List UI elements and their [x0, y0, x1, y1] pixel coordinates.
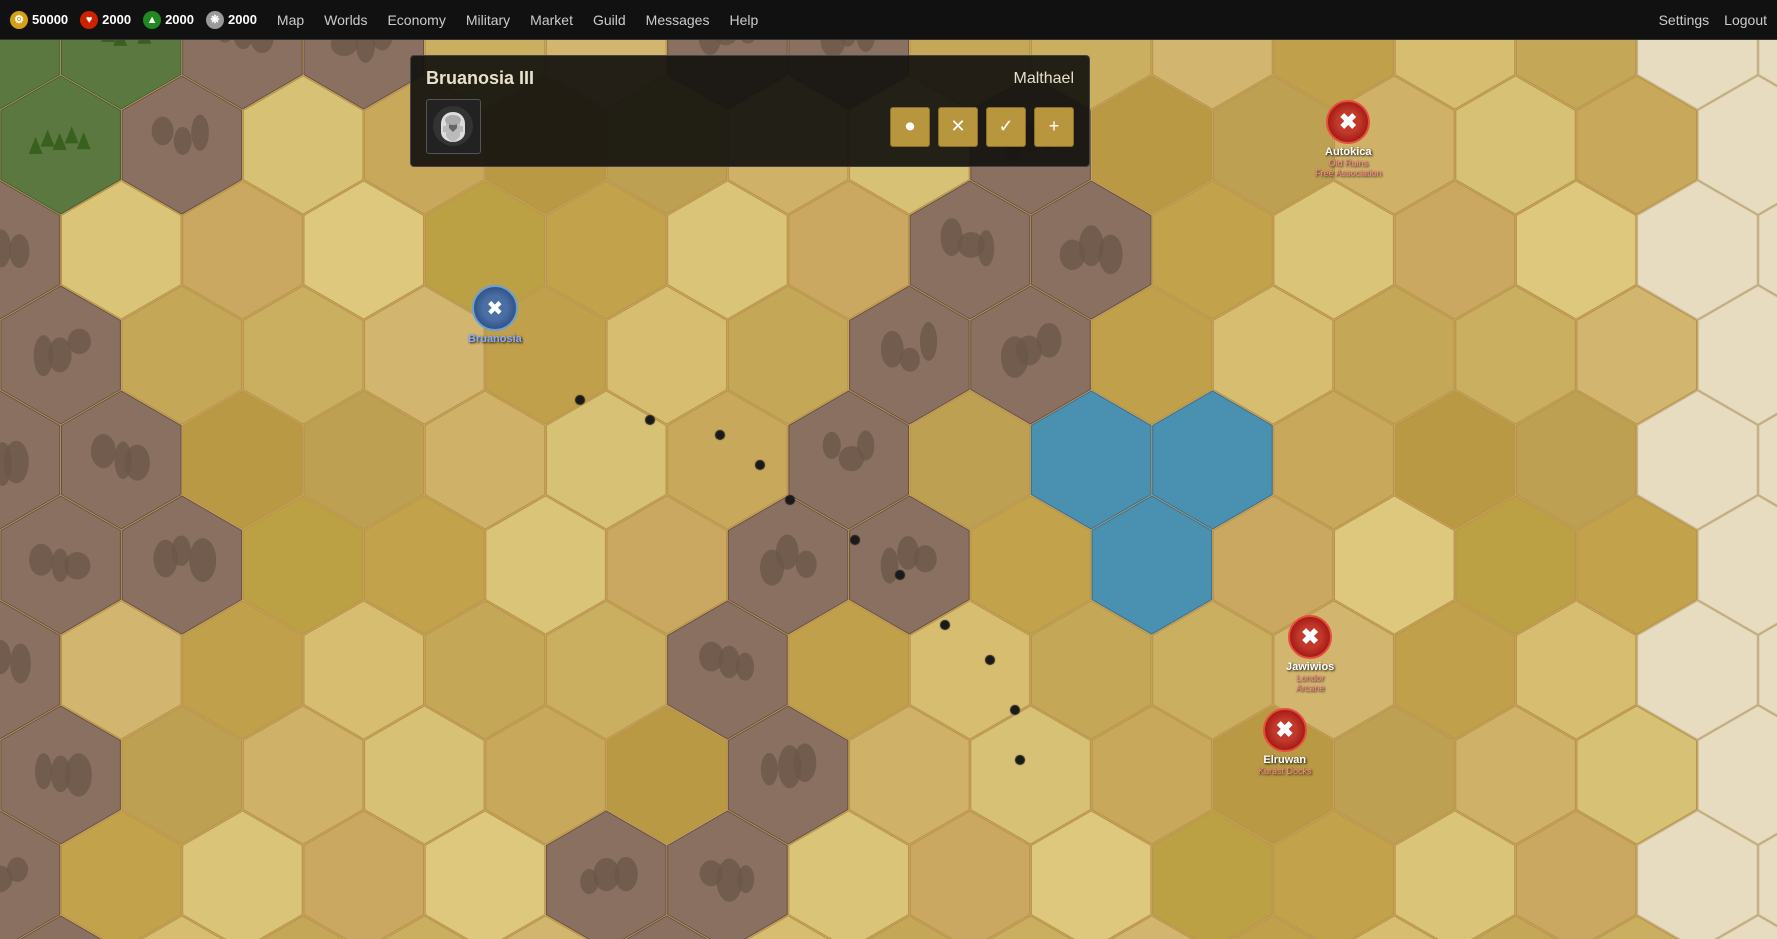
nav-help[interactable]: Help	[729, 12, 758, 28]
location-autokica[interactable]: ✖ Autokica Old Ruins Free Association	[1315, 100, 1382, 178]
location-name-elruwan: Elruwan	[1263, 754, 1306, 766]
stop-button[interactable]: ⏺	[890, 107, 930, 147]
info-panel: Bruanosia III Malthael ⏺ ✕ ✓ +	[410, 55, 1090, 167]
cancel-button[interactable]: ✕	[938, 107, 978, 147]
location-sub-elruwan: Kurast Docks	[1258, 766, 1312, 776]
location-icon-autokica: ✖	[1326, 100, 1370, 144]
nav-military[interactable]: Military	[466, 12, 510, 28]
red-icon: ♥	[80, 11, 98, 29]
location-elruwan[interactable]: ✖ Elruwan Kurast Docks	[1258, 708, 1312, 776]
silver-value: 2000	[228, 12, 257, 27]
green-icon: ▲	[143, 11, 161, 29]
location-subsub-jawiwios: Arcane	[1296, 683, 1325, 693]
silver-icon: ❋	[206, 11, 224, 29]
location-jawiwios[interactable]: ✖ Jawiwios Londor Arcane	[1286, 615, 1334, 693]
green-value: 2000	[165, 12, 194, 27]
resource-red: ♥ 2000	[80, 11, 131, 29]
panel-header: Bruanosia III Malthael	[426, 68, 1074, 89]
nav-right: Settings Logout	[1659, 12, 1767, 28]
nav-worlds[interactable]: Worlds	[324, 12, 367, 28]
location-subsub-autokica: Free Association	[1315, 168, 1382, 178]
gold-value: 50000	[32, 12, 68, 27]
nav-guild[interactable]: Guild	[593, 12, 626, 28]
location-sub-autokica: Old Ruins	[1329, 158, 1369, 168]
location-icon-jawiwios: ✖	[1288, 615, 1332, 659]
location-name-autokica: Autokica	[1325, 146, 1371, 158]
panel-avatar	[426, 99, 481, 154]
avatar-image	[431, 104, 476, 149]
gold-icon: ⚙	[10, 11, 28, 29]
navbar: ⚙ 50000 ♥ 2000 ▲ 2000 ❋ 2000 Map Worlds …	[0, 0, 1777, 40]
location-sub-jawiwios: Londor	[1296, 673, 1324, 683]
resource-gold: ⚙ 50000	[10, 11, 68, 29]
nav-links: Map Worlds Economy Military Market Guild…	[277, 12, 1659, 28]
confirm-button[interactable]: ✓	[986, 107, 1026, 147]
nav-map[interactable]: Map	[277, 12, 304, 28]
nav-settings[interactable]: Settings	[1659, 12, 1710, 28]
location-name-jawiwios: Jawiwios	[1286, 661, 1334, 673]
location-icon-elruwan: ✖	[1263, 708, 1307, 752]
army-marker-bruanosia[interactable]: ✖ Bruanosia	[468, 285, 522, 345]
army-label: Bruanosia	[468, 333, 522, 345]
resource-bar: ⚙ 50000 ♥ 2000 ▲ 2000 ❋ 2000	[10, 11, 257, 29]
nav-market[interactable]: Market	[530, 12, 573, 28]
nav-messages[interactable]: Messages	[646, 12, 710, 28]
resource-green: ▲ 2000	[143, 11, 194, 29]
panel-player: Malthael	[1014, 70, 1074, 88]
army-icon: ✖	[472, 285, 518, 331]
panel-title: Bruanosia III	[426, 68, 534, 89]
panel-body: ⏺ ✕ ✓ +	[426, 99, 1074, 154]
nav-economy[interactable]: Economy	[387, 12, 445, 28]
hex-grid	[0, 40, 1777, 939]
resource-silver: ❋ 2000	[206, 11, 257, 29]
nav-logout[interactable]: Logout	[1724, 12, 1767, 28]
red-value: 2000	[102, 12, 131, 27]
add-button[interactable]: +	[1034, 107, 1074, 147]
map-area[interactable]: Bruanosia III Malthael ⏺ ✕ ✓ +	[0, 40, 1777, 939]
panel-buttons: ⏺ ✕ ✓ +	[890, 107, 1074, 147]
